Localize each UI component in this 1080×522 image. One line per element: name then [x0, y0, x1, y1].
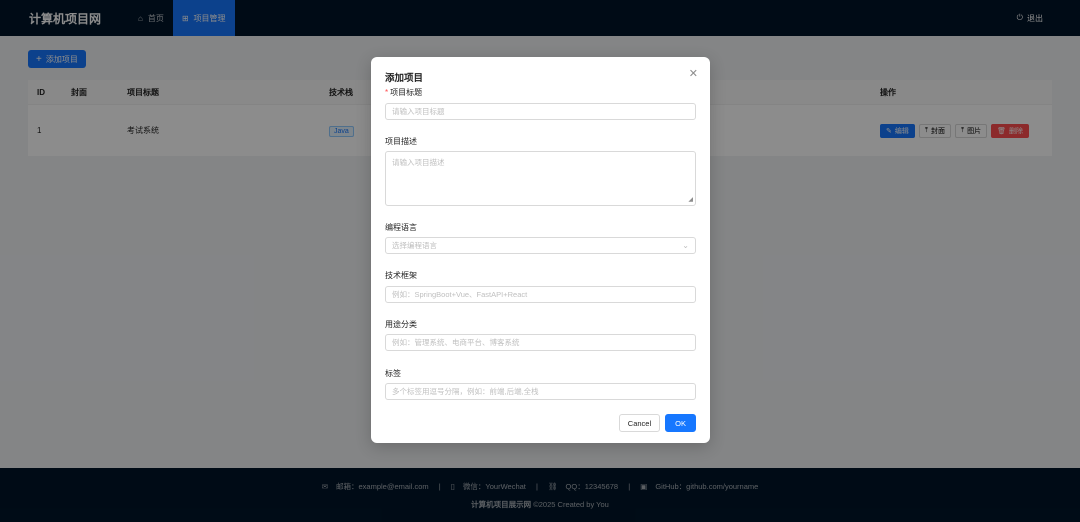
- modal-title: 添加项目: [385, 73, 424, 84]
- desc-label: 项目描述: [385, 137, 417, 146]
- lang-select[interactable]: 选择编程语言 ⌄: [385, 237, 696, 254]
- title-input[interactable]: 请输入项目标题: [385, 103, 696, 120]
- resize-handle-icon[interactable]: ◢: [688, 196, 693, 203]
- title-label: * 项目标题: [385, 87, 422, 98]
- chevron-down-icon: ⌄: [682, 241, 689, 250]
- desc-placeholder: 请输入项目描述: [392, 158, 445, 167]
- ok-button[interactable]: OK: [665, 414, 696, 432]
- cancel-button[interactable]: Cancel: [618, 414, 661, 432]
- desc-textarea[interactable]: 请输入项目描述 ◢: [385, 151, 696, 206]
- add-project-modal: 添加项目 ✕ * 项目标题 请输入项目标题 项目描述 请输入项目描述 ◢ 编程语言…: [371, 57, 710, 443]
- title-label-text: 项目标题: [390, 88, 423, 97]
- lang-placeholder: 选择编程语言: [392, 241, 437, 250]
- modal-footer: Cancel OK: [618, 414, 696, 432]
- tags-label: 标签: [385, 369, 401, 378]
- required-mark: *: [385, 88, 389, 97]
- category-input[interactable]: 例如：管理系统、电商平台、博客系统: [385, 334, 696, 351]
- tags-input[interactable]: 多个标签用逗号分隔，例如：前端,后端,全栈: [385, 383, 696, 400]
- framework-input[interactable]: 例如：SpringBoot+Vue、FastAPI+React: [385, 286, 696, 303]
- lang-label: 编程语言: [385, 223, 417, 232]
- category-label: 用途分类: [385, 320, 417, 329]
- framework-label: 技术框架: [385, 271, 417, 280]
- close-icon[interactable]: ✕: [689, 67, 698, 80]
